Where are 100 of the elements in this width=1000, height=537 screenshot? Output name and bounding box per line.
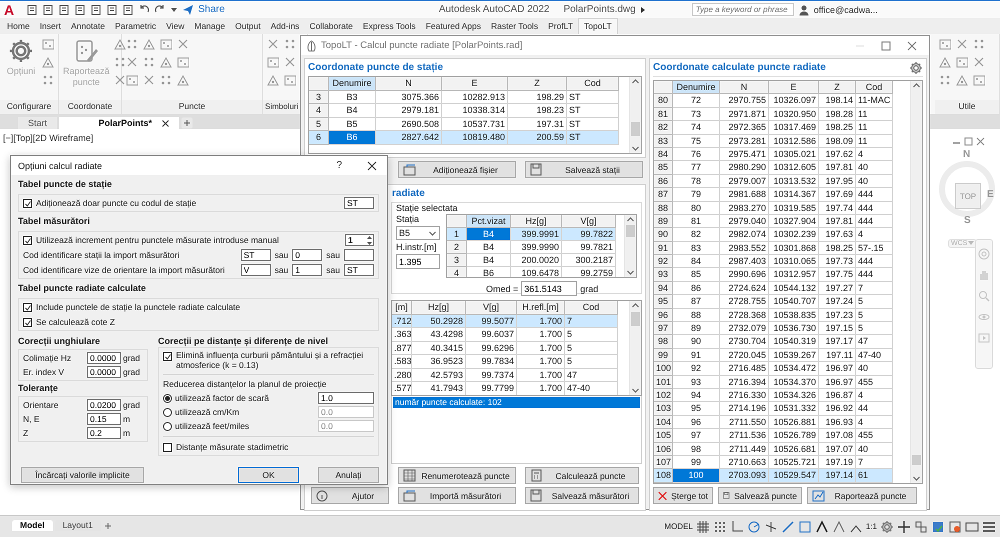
triangle-icon[interactable] bbox=[939, 56, 951, 68]
row-header[interactable]: 106 bbox=[654, 442, 673, 456]
column-header[interactable]: Cod bbox=[567, 77, 619, 90]
table-row[interactable]: 82 74 2972.365 10317.469 198.25 11 bbox=[654, 121, 893, 135]
row-header[interactable]: 88 bbox=[654, 202, 673, 215]
table-row[interactable]: 108 100 2703.093 10529.547 197.14 61 bbox=[654, 469, 893, 483]
grid-icon[interactable] bbox=[696, 520, 710, 534]
input-field[interactable]: ST bbox=[344, 197, 374, 209]
renumber-button[interactable]: Renumerotează puncte bbox=[398, 467, 516, 484]
table-row[interactable]: 102 94 2716.330 10534.326 196.87 4 bbox=[654, 388, 893, 402]
station-dropdown[interactable]: B5 bbox=[396, 226, 440, 240]
new-file-icon[interactable] bbox=[26, 4, 38, 16]
points-icon[interactable] bbox=[160, 38, 172, 50]
plus-icon[interactable] bbox=[897, 520, 911, 534]
caret-right-icon[interactable] bbox=[640, 6, 646, 14]
row-header[interactable]: 92 bbox=[654, 255, 673, 268]
dots-icon[interactable] bbox=[42, 74, 54, 86]
cross-icon[interactable] bbox=[956, 38, 968, 50]
table-row[interactable]: 4 B6 109.6478 99.2759 bbox=[447, 267, 616, 277]
report-points-button[interactable]: Raportează puncte bbox=[807, 487, 917, 504]
user-icon[interactable] bbox=[798, 4, 810, 16]
maximize-icon[interactable] bbox=[881, 40, 891, 50]
settings-icon[interactable] bbox=[909, 60, 923, 74]
row-header[interactable]: 96 bbox=[654, 308, 673, 322]
polar-icon[interactable] bbox=[746, 520, 761, 534]
row-header[interactable]: 6 bbox=[309, 131, 329, 144]
points-icon[interactable] bbox=[177, 56, 189, 68]
points-icon[interactable] bbox=[956, 56, 968, 68]
column-header[interactable]: Hz[g] bbox=[511, 215, 562, 228]
chevron-down-icon[interactable] bbox=[631, 386, 640, 395]
table-row[interactable]: .280 42.5793 99.7374 1.700 47 bbox=[392, 368, 618, 382]
snap-icon[interactable] bbox=[712, 520, 727, 534]
plus-icon[interactable] bbox=[102, 521, 113, 531]
input-field[interactable]: 0.2 bbox=[87, 427, 121, 439]
column-header[interactable]: N bbox=[720, 81, 769, 94]
column-header[interactable]: H.refl.[m] bbox=[517, 301, 565, 314]
viewport-label[interactable]: [−][Top][2D Wireframe] bbox=[3, 133, 94, 143]
row-header[interactable]: 80 bbox=[654, 94, 673, 108]
column-header[interactable]: [m] bbox=[392, 301, 412, 314]
checkbox[interactable] bbox=[163, 442, 172, 452]
input-field[interactable]: 0.0 bbox=[318, 406, 374, 418]
table-row[interactable]: .712 50.2928 99.5077 1.700 7 bbox=[392, 314, 618, 328]
triangle-icon[interactable] bbox=[267, 74, 279, 86]
table-row[interactable]: 99 91 2720.045 10539.267 197.11 47-40 bbox=[654, 348, 893, 362]
row-header[interactable]: 100 bbox=[654, 362, 673, 376]
table-row[interactable]: 90 82 2982.074 10302.239 197.63 4 bbox=[654, 228, 893, 242]
ribbon-tab[interactable]: Insert bbox=[34, 19, 66, 34]
table-row[interactable]: 91 83 2983.552 10301.868 198.25 57-.15 bbox=[654, 242, 893, 256]
row-header[interactable]: 105 bbox=[654, 429, 673, 443]
row-header[interactable]: 104 bbox=[654, 416, 673, 430]
plus-icon[interactable] bbox=[181, 117, 194, 129]
table-row[interactable]: 84 76 2975.471 10305.021 197.62 4 bbox=[654, 148, 893, 162]
model-space-toggle[interactable]: MODEL bbox=[664, 522, 693, 531]
scroll-thumb[interactable] bbox=[631, 312, 640, 326]
cross-icon[interactable] bbox=[177, 38, 189, 50]
row-header[interactable]: 4 bbox=[447, 267, 467, 277]
chevron-up-icon[interactable] bbox=[912, 81, 921, 90]
cross-icon[interactable] bbox=[267, 38, 279, 50]
scroll-thumb[interactable] bbox=[912, 454, 921, 465]
table-row[interactable]: 4 B4 2979.181 10338.314 198.23 ST bbox=[309, 104, 619, 118]
chevron-up-icon[interactable] bbox=[631, 301, 640, 310]
dots-icon[interactable] bbox=[114, 56, 126, 68]
radio-button[interactable] bbox=[163, 422, 172, 430]
row-header[interactable]: 99 bbox=[654, 348, 673, 362]
table-row[interactable]: 92 84 2987.403 10310.065 197.73 444 bbox=[654, 255, 893, 268]
row-header[interactable]: 107 bbox=[654, 456, 673, 470]
row-header[interactable]: 87 bbox=[654, 188, 673, 202]
layout-tab[interactable]: Model bbox=[12, 520, 53, 531]
table-row[interactable]: 96 88 2728.368 10538.835 197.23 5 bbox=[654, 308, 893, 322]
chevron-up-icon[interactable] bbox=[631, 77, 640, 86]
row-header[interactable]: 98 bbox=[654, 335, 673, 349]
row-header[interactable]: 84 bbox=[654, 148, 673, 162]
row-header[interactable]: 91 bbox=[654, 242, 673, 256]
dots-icon[interactable] bbox=[973, 38, 985, 50]
triangle-icon[interactable] bbox=[177, 74, 189, 86]
table-row[interactable]: 100 92 2716.485 10534.472 196.97 40 bbox=[654, 362, 893, 376]
row-header[interactable]: 1 bbox=[447, 228, 467, 241]
checkbox[interactable] bbox=[23, 302, 32, 312]
row-header[interactable]: 4 bbox=[309, 104, 329, 118]
row-header[interactable]: 81 bbox=[654, 108, 673, 122]
caret-icon[interactable] bbox=[170, 6, 178, 14]
ribbon-tab[interactable]: Express Tools bbox=[358, 19, 421, 34]
chevron-down-icon[interactable] bbox=[626, 268, 635, 277]
ribbon-tab[interactable]: ProfLT bbox=[543, 19, 578, 34]
column-header[interactable]: E bbox=[769, 81, 819, 94]
column-header[interactable]: Z bbox=[508, 77, 567, 90]
table-row[interactable]: 81 73 2971.871 10320.950 198.28 11 bbox=[654, 108, 893, 122]
gear-icon[interactable] bbox=[880, 520, 894, 534]
table-row[interactable]: 86 78 2979.007 10313.532 197.95 40 bbox=[654, 174, 893, 188]
row-header[interactable]: 2 bbox=[447, 241, 467, 254]
user-name[interactable]: office@cadwa... bbox=[814, 4, 878, 14]
table-row[interactable]: 2 B4 399.9990 99.7821 bbox=[447, 241, 616, 254]
triangle-icon[interactable] bbox=[160, 56, 172, 68]
input-field[interactable]: 0.15 bbox=[87, 413, 121, 425]
save-measurements-button[interactable]: Salvează măsurători bbox=[525, 487, 639, 504]
fullscreen-icon[interactable] bbox=[965, 520, 979, 534]
table-row[interactable]: 83 75 2973.281 10312.586 198.09 11 bbox=[654, 134, 893, 148]
triangle-icon[interactable] bbox=[143, 38, 155, 50]
row-header[interactable]: 85 bbox=[654, 161, 673, 175]
scrollbar[interactable] bbox=[910, 81, 922, 483]
